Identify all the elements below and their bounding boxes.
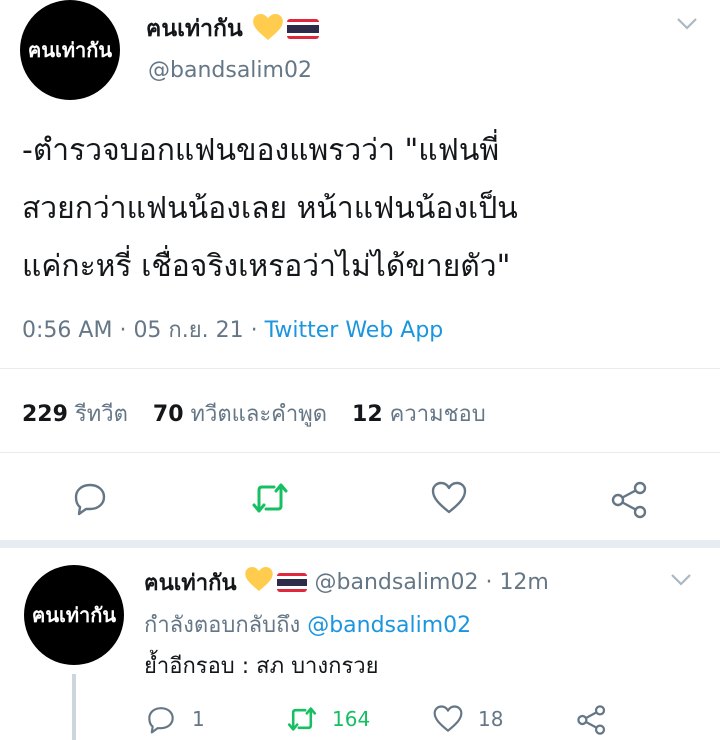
quotes-stat[interactable]: 70 ทวีตและคำพูด	[153, 402, 334, 427]
retweets-label: รีทวีต	[74, 402, 128, 427]
thailand-flag-icon	[276, 572, 307, 592]
tweet-text: -ตำรวจบอกแฟนของแพรวว่า "แฟนพี่ สวยกว่าแฟ…	[22, 122, 518, 296]
tweet-text-line: สวยกว่าแฟนน้องเลย หน้าแฟนน้องเป็น	[22, 191, 518, 226]
meta-dot: ·	[119, 318, 134, 343]
like-count: 18	[478, 707, 504, 731]
avatar-text: ฅนเท่ากัน	[31, 603, 117, 627]
reply-author-display-name[interactable]: ฅนเท่ากัน	[144, 565, 237, 600]
reply-author-avatar[interactable]: ฅนเท่ากัน	[24, 565, 124, 665]
heart-outline-icon	[431, 481, 467, 514]
thread-line	[72, 674, 76, 740]
reply-author-handle[interactable]: @bandsalim02	[315, 570, 479, 595]
replying-to-line: กำลังตอบกลับถึง @bandsalim02	[144, 607, 471, 642]
tweet-text-line: แค่กะหรี่ เชื่อจริงเหรอว่าไม่ได้ขายตัว"	[22, 249, 511, 284]
yellow-heart-icon	[252, 14, 283, 44]
thailand-flag-icon	[286, 19, 319, 39]
reply-retweet-button[interactable]: 164	[286, 704, 370, 734]
reply-icon	[74, 483, 106, 516]
reply-share-button[interactable]	[576, 704, 608, 740]
tweet-meta: 0:56 AM · 05 ก.ย. 21 · Twitter Web App	[22, 312, 443, 347]
share-icon	[611, 481, 647, 519]
reply-button[interactable]	[72, 480, 108, 520]
tweet-stats: 229 รีทวีต 70 ทวีตและคำพูด 12 ความชอบ	[22, 396, 486, 431]
divider	[0, 368, 720, 369]
retweet-button[interactable]	[250, 480, 290, 520]
heart-outline-icon	[433, 705, 463, 732]
likes-label: ความชอบ	[389, 402, 486, 427]
reply-age[interactable]: 12m	[499, 570, 548, 595]
author-handle[interactable]: @bandsalim02	[148, 58, 312, 83]
author-display-name[interactable]: ฅนเท่ากัน	[146, 11, 243, 47]
yellow-heart-icon	[244, 567, 273, 597]
meta-dot: ·	[478, 569, 500, 595]
quotes-label: ทวีตและคำพูด	[190, 402, 328, 427]
reply-header-row: ฅนเท่ากัน @bandsalim02 · 12m	[144, 567, 549, 597]
reply-reply-button[interactable]: 1	[146, 704, 205, 734]
section-separator	[0, 540, 720, 548]
tweet-text-line: -ตำรวจบอกแฟนของแพรวว่า "แฟนพี่	[22, 133, 500, 168]
quotes-count: 70	[152, 402, 184, 427]
retweet-icon	[287, 707, 317, 731]
meta-dot: ·	[250, 318, 265, 343]
share-icon	[577, 705, 606, 735]
author-avatar[interactable]: ฅนเท่ากัน	[20, 0, 120, 100]
likes-count: 12	[352, 402, 383, 427]
tweet-source[interactable]: Twitter Web App	[265, 318, 444, 343]
share-button[interactable]	[610, 480, 650, 524]
retweet-icon	[252, 483, 288, 513]
divider	[0, 452, 720, 453]
retweets-stat[interactable]: 229 รีทวีต	[22, 402, 135, 427]
tweet-menu-chevron-icon[interactable]	[676, 16, 698, 35]
retweets-count: 229	[22, 402, 68, 427]
replying-to-handle[interactable]: @bandsalim02	[307, 613, 471, 638]
reply-like-button[interactable]: 18	[432, 704, 503, 734]
reply-icon	[148, 707, 174, 734]
like-button[interactable]	[430, 480, 468, 520]
author-name-row[interactable]: ฅนเท่ากัน	[146, 14, 319, 44]
replying-to-prefix: กำลังตอบกลับถึง	[144, 613, 301, 638]
likes-stat[interactable]: 12 ความชอบ	[352, 402, 486, 427]
avatar-text: ฅนเท่ากัน	[27, 38, 113, 62]
reply-text: ย้ำอีกรอบ : สภ บางกรวย	[144, 654, 379, 679]
reply-menu-chevron-icon[interactable]	[670, 572, 692, 591]
reply-count: 1	[192, 707, 205, 731]
tweet-date[interactable]: 05 ก.ย. 21	[133, 318, 243, 343]
tweet-time[interactable]: 0:56 AM	[22, 318, 112, 343]
retweet-count: 164	[332, 707, 371, 731]
